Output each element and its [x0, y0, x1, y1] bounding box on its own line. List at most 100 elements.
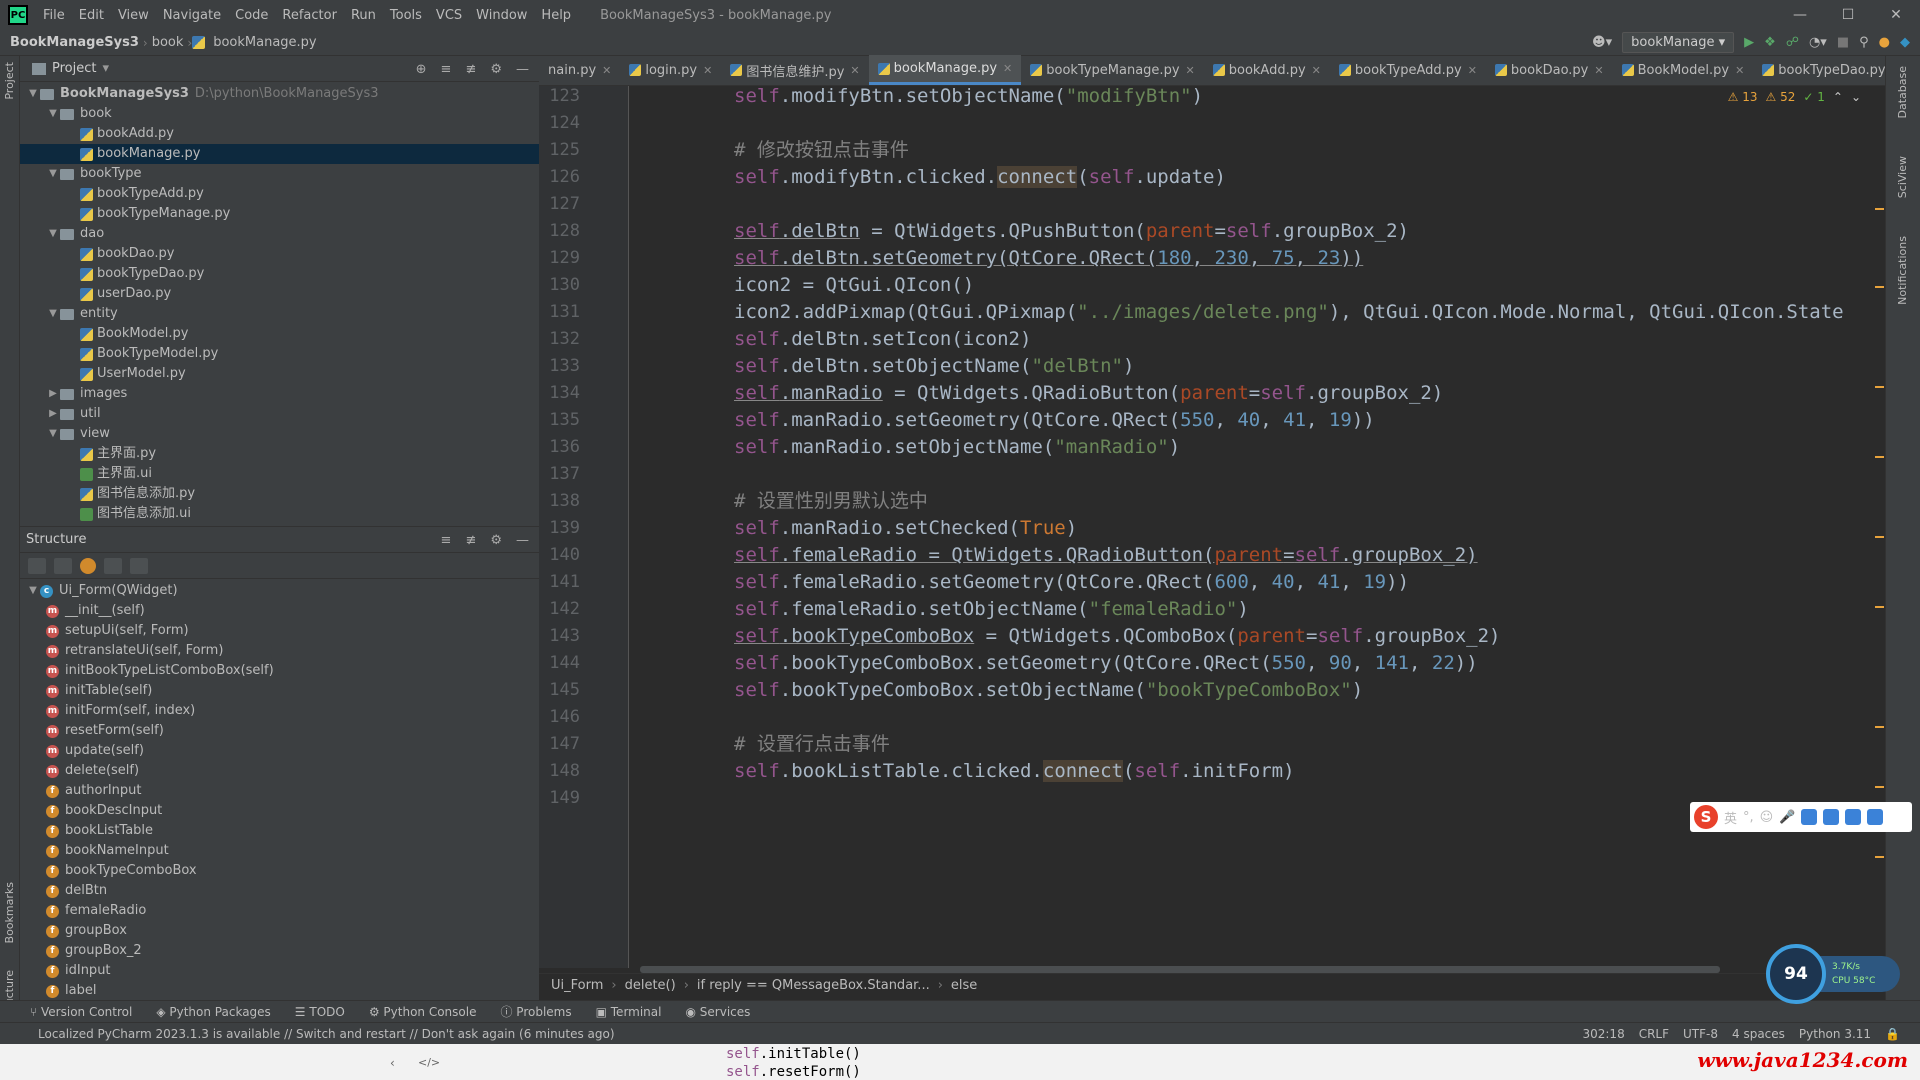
show-inherited-icon[interactable]	[54, 557, 72, 574]
ime-language[interactable]: 英	[1724, 808, 1737, 827]
editor-tab[interactable]: BookModel.py ✕	[1613, 55, 1754, 85]
project-tree-item[interactable]: ▼ dao	[20, 224, 539, 244]
structure-item[interactable]: ▼ c Ui_Form(QWidget)	[20, 581, 539, 601]
skin-icon[interactable]	[1845, 809, 1862, 825]
project-tree-item[interactable]: ▼ view	[20, 424, 539, 444]
chevron-down-icon[interactable]: ▼	[46, 164, 60, 184]
code-line[interactable]: self.bookListTable.clicked.connect(self.…	[734, 755, 1295, 788]
menu-item-view[interactable]: View	[111, 8, 156, 23]
structure-item[interactable]: f bookTypeComboBox	[20, 861, 539, 881]
run-configuration-select[interactable]: bookManage ▾	[1622, 32, 1735, 53]
structure-item[interactable]: f delBtn	[20, 881, 539, 901]
editor-tab[interactable]: bookManage.py ✕	[868, 55, 1022, 85]
code-breadcrumb[interactable]: Ui_Form	[551, 978, 603, 993]
structure-item[interactable]: f femaleRadio	[20, 901, 539, 921]
gear-icon[interactable]: ⚙	[490, 62, 502, 77]
collapse-all-icon[interactable]: ≢	[465, 62, 476, 77]
editor-tab[interactable]: bookDao.py ✕	[1486, 55, 1613, 85]
search-icon[interactable]: ⚲	[1859, 35, 1869, 50]
lock-icon[interactable]: 🔒	[1885, 1027, 1900, 1041]
close-icon[interactable]: ✕	[602, 64, 611, 77]
project-tree-item[interactable]: ▼ book	[20, 104, 539, 124]
keyboard-icon[interactable]	[1801, 809, 1818, 825]
close-icon[interactable]: ✕	[1468, 64, 1477, 77]
tool-tab-python-packages[interactable]: ◈ Python Packages	[156, 1005, 270, 1019]
toolbox-icon[interactable]	[1867, 809, 1884, 825]
project-tree-item[interactable]: bookDao.py	[20, 244, 539, 264]
chevron-right-icon[interactable]: ▶	[46, 404, 60, 424]
project-tree-item[interactable]: bookTypeDao.py	[20, 264, 539, 284]
chevron-down-icon[interactable]: ⌄	[1851, 90, 1861, 104]
project-tree-item[interactable]: ▶ images	[20, 384, 539, 404]
chevron-right-icon[interactable]: ▶	[46, 384, 60, 404]
structure-item[interactable]: m delete(self)	[20, 761, 539, 781]
close-icon[interactable]: ✕	[850, 64, 859, 77]
python-interpreter[interactable]: Python 3.11	[1799, 1027, 1871, 1041]
close-icon[interactable]: ✕	[703, 64, 712, 77]
notifications-tool-tab[interactable]: Notifications	[1896, 236, 1909, 305]
maximize-icon[interactable]: ☐	[1824, 0, 1872, 30]
structure-item[interactable]: m update(self)	[20, 741, 539, 761]
code-line[interactable]: self.modifyBtn.clicked.connect(self.upda…	[734, 161, 1226, 194]
code-line[interactable]: self.bookTypeComboBox.setObjectName("boo…	[734, 674, 1363, 707]
structure-item[interactable]: f groupBox_2	[20, 941, 539, 961]
project-tree-item[interactable]: 主界面.py	[20, 444, 539, 464]
menu-item-tools[interactable]: Tools	[383, 8, 429, 23]
close-icon[interactable]: ✕	[1186, 64, 1195, 77]
chevron-down-icon[interactable]: ▼	[26, 581, 40, 601]
structure-item[interactable]: m retranslateUi(self, Form)	[20, 641, 539, 661]
collapse-all-icon[interactable]: ≢	[465, 533, 476, 548]
expand-all-icon[interactable]: ≡	[441, 533, 452, 548]
sogou-logo-icon[interactable]: S	[1694, 805, 1718, 829]
editor-tab[interactable]: nain.py ✕	[539, 55, 620, 85]
jetbrains-icon[interactable]: ◆	[1900, 35, 1910, 50]
project-tree-item[interactable]: bookTypeManage.py	[20, 204, 539, 224]
code-area[interactable]: self.modifyBtn.setObjectName("modifyBtn"…	[734, 86, 1874, 968]
error-stripe[interactable]	[1873, 86, 1885, 968]
sort-alpha-icon[interactable]	[28, 557, 46, 574]
locate-icon[interactable]: ⊕	[416, 62, 427, 77]
structure-item[interactable]: f bookNameInput	[20, 841, 539, 861]
hide-icon[interactable]: —	[516, 533, 529, 548]
project-tree-item[interactable]: bookManage.py	[20, 144, 539, 164]
close-icon[interactable]: ✕	[1872, 0, 1920, 30]
ok-count[interactable]: ✓ 1	[1803, 90, 1825, 104]
stop-icon[interactable]: ■	[1837, 35, 1849, 50]
project-tree-item[interactable]: BookModel.py	[20, 324, 539, 344]
project-tree-item[interactable]: userDao.py	[20, 284, 539, 304]
bookmarks-tool-tab[interactable]: Bookmarks	[3, 882, 16, 943]
menu-item-window[interactable]: Window	[469, 8, 534, 23]
project-tree-item[interactable]: bookTypeAdd.py	[20, 184, 539, 204]
chevron-down-icon[interactable]: ▼	[46, 224, 60, 244]
project-tree-item[interactable]: ▼ entity	[20, 304, 539, 324]
editor-tab[interactable]: login.py ✕	[620, 55, 721, 85]
structure-item[interactable]: f label	[20, 981, 539, 1001]
tool-tab-problems[interactable]: ⓘ Problems	[500, 1003, 571, 1020]
status-message[interactable]: Localized PyCharm 2023.1.3 is available …	[38, 1027, 615, 1041]
profile-icon[interactable]: ◔▾	[1809, 35, 1827, 50]
autoscroll-from-source-icon[interactable]	[130, 557, 148, 574]
menu-item-edit[interactable]: Edit	[72, 8, 111, 23]
structure-item[interactable]: m __init__(self)	[20, 601, 539, 621]
structure-item[interactable]: f bookListTable	[20, 821, 539, 841]
menu-item-run[interactable]: Run	[344, 8, 383, 23]
menu-item-code[interactable]: Code	[228, 8, 275, 23]
tool-tab-todo[interactable]: ☰ TODO	[295, 1005, 345, 1019]
project-tree-item[interactable]: UserModel.py	[20, 364, 539, 384]
structure-item[interactable]: m initForm(self, index)	[20, 701, 539, 721]
tool-tab-python-console[interactable]: ⚙ Python Console	[369, 1005, 477, 1019]
line-separator[interactable]: CRLF	[1639, 1027, 1669, 1041]
structure-item[interactable]: m resetForm(self)	[20, 721, 539, 741]
tool-tab-services[interactable]: ◉ Services	[685, 1005, 750, 1019]
editor-tab[interactable]: 图书信息维护.py ✕	[721, 55, 868, 85]
structure-item[interactable]: f idInput	[20, 961, 539, 981]
indent-setting[interactable]: 4 spaces	[1732, 1027, 1785, 1041]
menu-item-navigate[interactable]: Navigate	[156, 8, 228, 23]
project-tree-item[interactable]: bookAdd.py	[20, 124, 539, 144]
code-breadcrumb[interactable]: else	[951, 978, 977, 993]
structure-item[interactable]: f bookDescInput	[20, 801, 539, 821]
debug-icon[interactable]: ❖	[1764, 35, 1776, 50]
minimize-icon[interactable]: —	[1776, 0, 1824, 30]
autoscroll-to-source-icon[interactable]	[104, 557, 122, 574]
structure-item[interactable]: m setupUi(self, Form)	[20, 621, 539, 641]
